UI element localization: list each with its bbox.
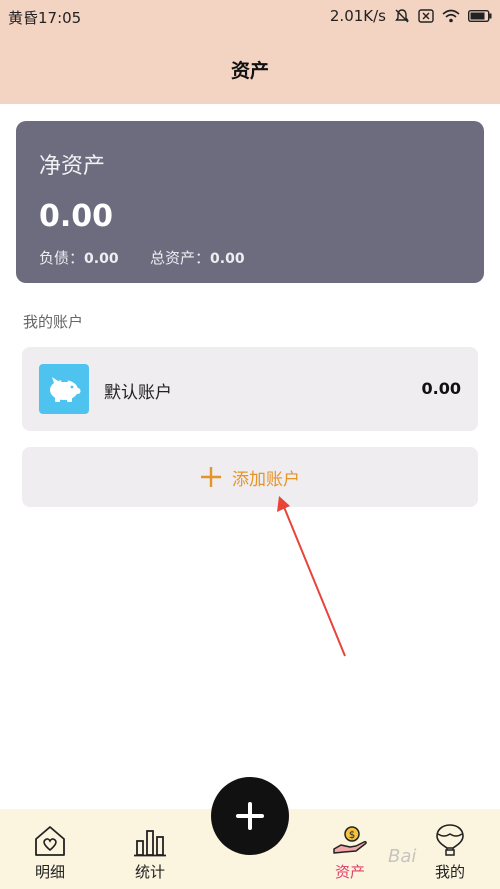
tab-mine[interactable]: 我的 (415, 823, 485, 882)
total-assets: 总资产：0.00 (150, 247, 245, 268)
account-name: 默认账户 (104, 383, 172, 403)
tab-assets-label: 资产 (334, 863, 365, 881)
account-row[interactable]: 默认账户 0.00 (22, 347, 478, 431)
add-record-fab[interactable] (211, 777, 289, 855)
bar-chart-icon (134, 830, 166, 857)
liabilities-label: 负债： (39, 249, 85, 267)
page-title: 资产 (230, 60, 269, 82)
liabilities-value: 0.00 (84, 251, 119, 267)
plus-icon (201, 467, 221, 487)
tab-detail[interactable]: 明细 (15, 823, 85, 882)
tab-stats-label: 统计 (134, 863, 165, 881)
wifi-icon (442, 9, 460, 23)
watermark: Bai (388, 846, 417, 867)
status-time: 黄昏17:05 (8, 9, 82, 27)
total-assets-value: 0.00 (210, 251, 245, 267)
net-asset-card: 净资产 0.00 负债：0.00 总资产：0.00 (16, 121, 484, 283)
tab-detail-label: 明细 (34, 863, 65, 881)
tab-assets[interactable]: $ 资产 (315, 823, 385, 882)
sim-x-icon (418, 9, 434, 23)
svg-text:$: $ (349, 830, 355, 841)
add-account-label: 添加账户 (232, 469, 300, 490)
total-assets-label: 总资产： (150, 249, 211, 267)
net-asset-value: 0.00 (39, 199, 114, 234)
add-account-button[interactable]: 添加账户 (22, 447, 478, 507)
coin-hand-icon: $ (333, 826, 367, 854)
plus-icon (236, 802, 264, 830)
my-accounts-label: 我的账户 (23, 313, 84, 331)
tab-mine-label: 我的 (434, 863, 465, 881)
liabilities: 负债：0.00 (39, 247, 119, 268)
header-area: 黄昏17:05 2.01K/s 资产 (0, 0, 500, 104)
piggy-bank-icon (39, 364, 89, 414)
battery-icon (468, 10, 492, 22)
status-icons: 2.01K/s (330, 7, 492, 25)
assets-screen: 黄昏17:05 2.01K/s 资产 净资产 0.00 负债：0.00 总资产：… (0, 0, 500, 889)
tab-stats[interactable]: 统计 (115, 823, 185, 882)
account-balance: 0.00 (421, 379, 461, 398)
heart-house-icon (35, 826, 65, 856)
balloon-icon (436, 824, 464, 856)
net-asset-label: 净资产 (39, 154, 106, 179)
network-speed: 2.01K/s (329, 7, 386, 25)
mute-bell-icon (395, 9, 409, 23)
